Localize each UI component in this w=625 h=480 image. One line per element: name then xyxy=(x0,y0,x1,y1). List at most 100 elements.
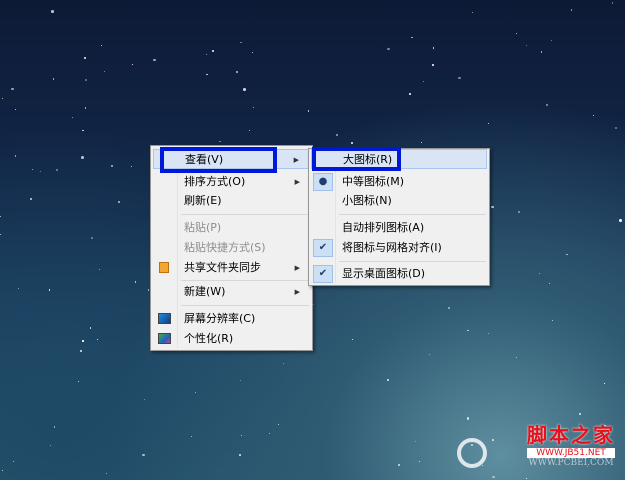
star xyxy=(91,237,93,239)
star xyxy=(307,110,310,112)
star xyxy=(190,435,193,438)
star xyxy=(409,93,411,95)
star xyxy=(205,54,207,55)
star xyxy=(55,169,58,172)
star xyxy=(72,117,74,119)
star xyxy=(466,417,470,420)
star xyxy=(352,338,353,340)
star xyxy=(525,45,527,47)
watermark-brand: WWW.PCBEI.COM xyxy=(528,458,614,468)
highlight-box-large-icons xyxy=(312,147,401,171)
star xyxy=(423,80,424,82)
star xyxy=(592,115,594,117)
star xyxy=(195,392,197,394)
watermark-logo-icon xyxy=(457,438,487,468)
star xyxy=(611,2,614,5)
star xyxy=(31,168,33,170)
star xyxy=(49,444,51,446)
star xyxy=(89,327,91,329)
star xyxy=(85,107,87,109)
star xyxy=(538,273,540,275)
star xyxy=(78,380,80,382)
star xyxy=(0,216,1,218)
star xyxy=(239,379,241,381)
menu-item-new[interactable]: 新建(W) ▶ xyxy=(153,282,310,302)
star xyxy=(53,426,56,428)
star xyxy=(212,50,214,52)
star xyxy=(432,64,434,66)
star xyxy=(350,141,353,144)
label: 将图标与网格对齐(I) xyxy=(342,241,442,254)
watermark: 脚本之家 WWW.JB51.NET WWW.PCBEI.COM xyxy=(457,419,615,468)
checkmark-icon: ✔ xyxy=(313,239,333,257)
separator xyxy=(181,280,309,281)
radio-bullet-icon: ● xyxy=(313,173,333,191)
star xyxy=(268,432,270,434)
star xyxy=(143,398,146,401)
star xyxy=(603,383,605,384)
star xyxy=(106,473,108,474)
star xyxy=(18,288,20,290)
menu-item-share-sync[interactable]: 共享文件夹同步 ▶ xyxy=(153,258,310,278)
star xyxy=(243,88,246,91)
star xyxy=(387,47,390,51)
star xyxy=(96,339,98,340)
separator xyxy=(339,261,486,262)
label: 粘贴快捷方式(S) xyxy=(184,241,266,254)
star xyxy=(118,201,121,204)
star xyxy=(51,10,54,13)
menu-item-medium-icons[interactable]: ● 中等图标(M) xyxy=(311,172,487,192)
menu-item-paste[interactable]: 粘贴(P) xyxy=(153,218,310,238)
star xyxy=(236,71,238,73)
label: 排序方式(O) xyxy=(184,175,246,188)
star xyxy=(49,289,51,291)
star xyxy=(206,73,208,76)
star xyxy=(551,319,553,321)
menu-item-small-icons[interactable]: 小图标(N) xyxy=(311,191,487,211)
star xyxy=(516,356,518,358)
menu-item-personalize[interactable]: 个性化(R) xyxy=(153,329,310,349)
star xyxy=(546,104,548,106)
star xyxy=(2,469,4,471)
star xyxy=(414,441,416,443)
label: 个性化(R) xyxy=(184,332,234,345)
star xyxy=(492,475,495,479)
menu-item-show-desktop-icons[interactable]: ✔ 显示桌面图标(D) xyxy=(311,264,487,284)
menu-item-resolution[interactable]: 屏幕分辨率(C) xyxy=(153,309,310,329)
star xyxy=(79,349,83,353)
star xyxy=(466,329,469,332)
star xyxy=(313,303,315,305)
star xyxy=(98,268,101,271)
star xyxy=(419,461,421,463)
label: 新建(W) xyxy=(184,285,226,298)
star xyxy=(488,122,490,124)
star xyxy=(14,108,16,110)
star xyxy=(283,363,285,365)
star xyxy=(335,133,339,137)
star xyxy=(219,140,221,143)
star xyxy=(0,233,1,235)
separator xyxy=(181,214,309,215)
submenu-arrow-icon: ▶ xyxy=(294,288,300,296)
star xyxy=(153,58,156,62)
star xyxy=(81,156,84,159)
separator xyxy=(181,305,309,306)
menu-item-sort[interactable]: 排序方式(O) ▶ xyxy=(153,172,310,192)
menu-item-refresh[interactable]: 刷新(E) xyxy=(153,191,310,211)
desktop-context-menu: 查看(V) ▶ 排序方式(O) ▶ 刷新(E) 粘贴(P) 粘贴快捷方式(S) 共享… xyxy=(150,145,313,351)
star xyxy=(448,306,450,309)
star xyxy=(130,165,133,168)
star xyxy=(481,464,484,467)
star xyxy=(82,340,84,342)
star xyxy=(147,289,149,291)
star xyxy=(619,219,622,222)
menu-item-auto-arrange[interactable]: 自动排列图标(A) xyxy=(311,218,487,238)
star xyxy=(100,45,102,47)
star xyxy=(541,51,543,53)
star xyxy=(387,379,389,382)
label: 中等图标(M) xyxy=(342,175,405,188)
submenu-arrow-icon: ▶ xyxy=(293,156,299,164)
menu-item-align-grid[interactable]: ✔ 将图标与网格对齐(I) xyxy=(311,238,487,258)
submenu-arrow-icon: ▶ xyxy=(294,264,300,272)
menu-item-paste-shortcut[interactable]: 粘贴快捷方式(S) xyxy=(153,238,310,258)
